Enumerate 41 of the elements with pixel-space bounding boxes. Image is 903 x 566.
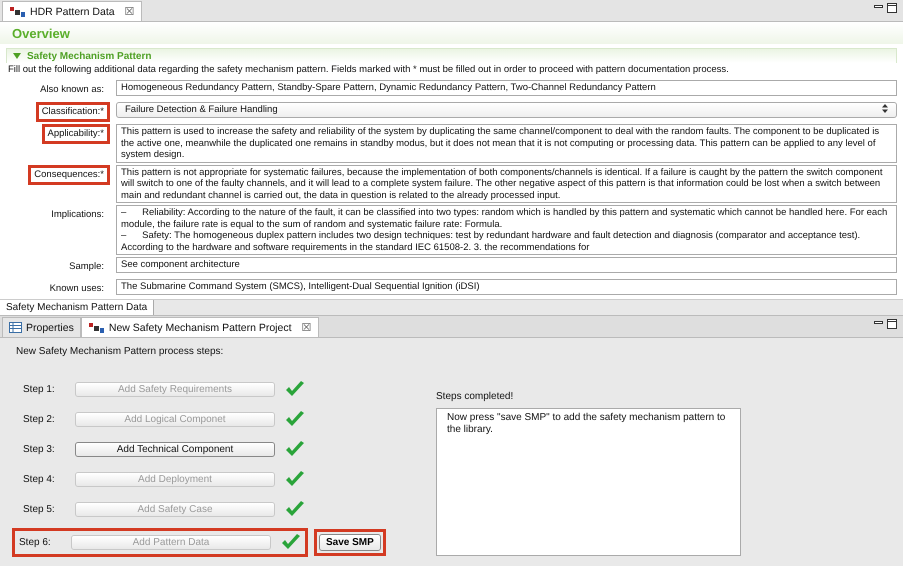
input-field[interactable]: The Submarine Command System (SMCS), Intelligent-Dual Sequential Ignition (iDSI) (116, 279, 897, 294)
step-label: Step 1: (23, 384, 56, 395)
step-label: Step 3: (23, 444, 56, 455)
status-label: Steps completed! (436, 391, 514, 402)
process-heading: New Safety Mechanism Pattern process steps: (16, 346, 224, 357)
view-tab[interactable]: Properties (2, 317, 81, 337)
field-label: Classification:* (36, 102, 110, 122)
smp-logo-icon (9, 6, 26, 18)
select-field[interactable]: Failure Detection & Failure Handling (116, 102, 897, 118)
field-label: Applicability:* (42, 124, 110, 144)
input-field[interactable]: See component architecture (116, 257, 897, 272)
updown-arrow-icon (882, 104, 888, 113)
close-icon[interactable]: ☒ (124, 5, 135, 18)
section-description: Fill out the following additional data regarding the safety mechanism pattern. Fields marked with * must be filled out in order to proceed with pattern documentation process. (7, 63, 730, 77)
editor-tab[interactable]: HDR Pattern Data ☒ (2, 1, 142, 21)
text-area[interactable]: This pattern is not appropriate for systematic failures, because the implementation of both components/channels is identical. If a failure is caught by the pattern the switch component will switch to one of the faulty channels, and it will lead to a complete system failure. The other negative aspect of this pattern is that information could be lost when a switch between main and redundant channel is carried out, the data in question is related to the already processed input. (116, 164, 897, 203)
field-label: Consequences:* (28, 164, 110, 184)
page-tab[interactable]: Safety Mechanism Pattern Data (0, 300, 154, 315)
field-label: Also known as: (39, 83, 105, 97)
section-title: Safety Mechanism Pattern (27, 50, 152, 62)
table-icon (9, 322, 22, 333)
step-button[interactable]: Add Technical Component (75, 442, 275, 457)
field-label: Implications: (50, 208, 105, 222)
step-label: Step 4: (23, 474, 56, 485)
step-label: Step 5: (23, 504, 56, 515)
field-label: Sample: (68, 260, 105, 274)
close-icon[interactable]: ☒ (302, 321, 312, 334)
expand-triangle-icon[interactable] (13, 52, 21, 60)
message-area: Now press "save SMP" to add the safety mechanism pattern to the library. (436, 408, 741, 556)
maximize-icon[interactable] (887, 3, 897, 13)
smp-logo-icon (88, 322, 105, 334)
input-field[interactable]: Homogeneous Redundancy Pattern, Standby-Spare Pattern, Dynamic Redundancy Pattern, Two-Channel Redundancy Pattern (116, 80, 897, 96)
overview-title: Overview (0, 22, 903, 44)
text-area[interactable]: – Reliability: According to the nature of the fault, it can be classified into two types: random which is handled by this pattern and systematic which cannot be handled here. For each module, the failure rate is equal to the sum of random and systematic failure rate: Formula. – Safety: The homogeneous duplex pattern includes two design techniques: test by redundant hardware and fault detection and diagnosis (comparator and acceptance test). According to the hardware and software requirements in the standard IEC 61508-2. 3. the recommendations for (116, 205, 897, 255)
step-label: Step 2: (23, 414, 56, 425)
maximize-icon[interactable] (887, 319, 897, 329)
text-area[interactable]: This pattern is used to increase the safety and reliability of the system by duplicating the same channel/component to deal with the random faults. The component to be duplicated is the active one, meanwhile the duplicated one remains in standby modus, but it does not mean that it is not computing or processing data. This pattern can be applied to any level of system design. (116, 124, 897, 162)
step-label: Step 6: (19, 537, 52, 548)
save-button[interactable]: Save SMP (319, 534, 381, 551)
field-label: Known uses: (48, 282, 105, 296)
view-tab[interactable]: New Safety Mechanism Pattern Project ☒ (80, 317, 319, 337)
